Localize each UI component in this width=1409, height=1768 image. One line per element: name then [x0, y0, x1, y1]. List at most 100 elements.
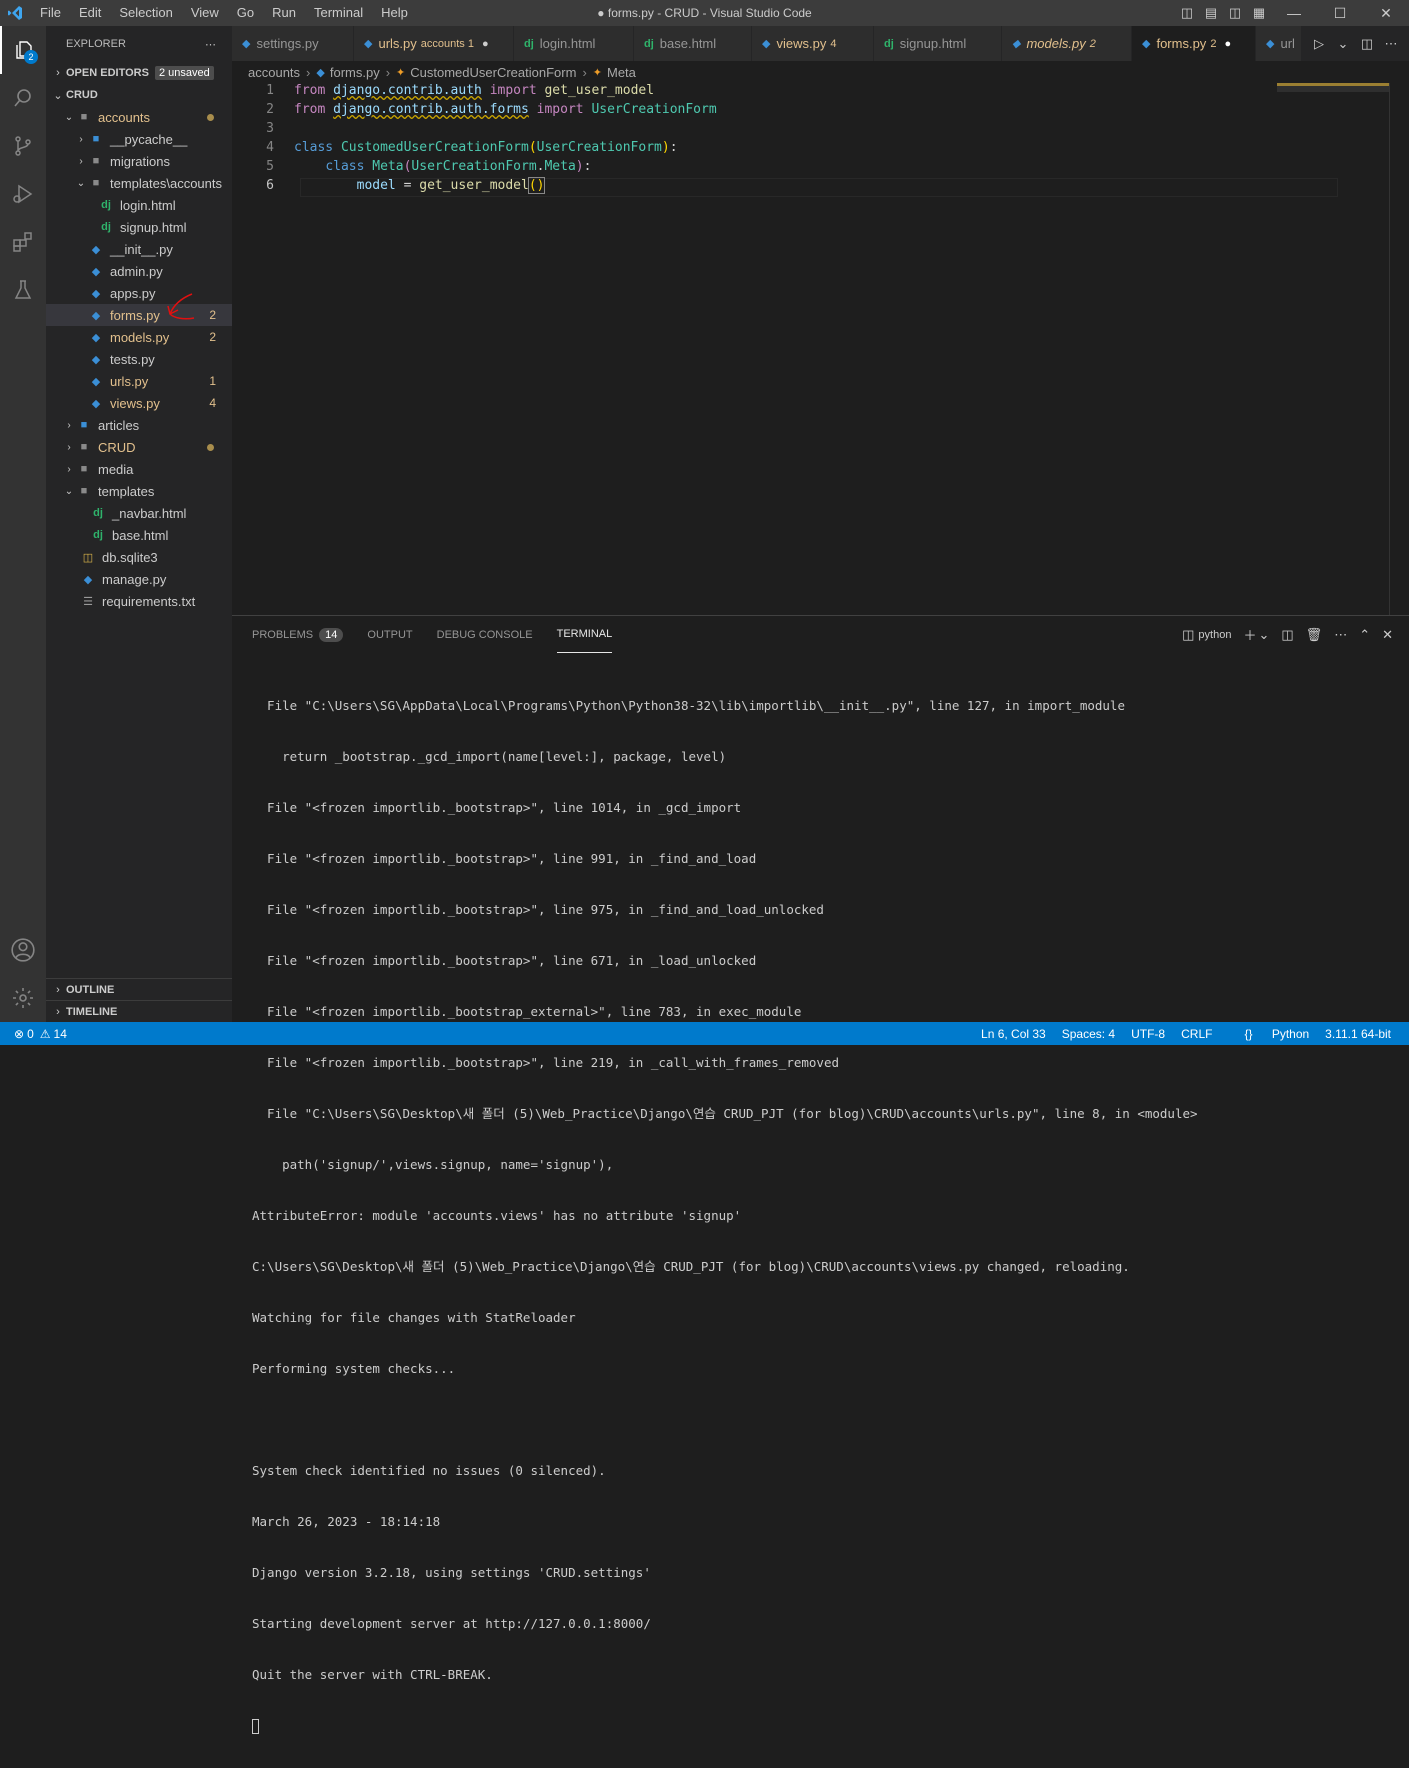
- editor-scrollbar[interactable]: [1389, 83, 1403, 615]
- new-terminal-plus-icon[interactable]: ＋: [1243, 625, 1256, 644]
- tree-folder-media[interactable]: › ■ media: [46, 458, 232, 480]
- tree-folder-migrations[interactable]: › ■ migrations: [46, 150, 232, 172]
- unsaved-dot-icon[interactable]: ●: [482, 38, 489, 50]
- toggle-secondary-sidebar-icon[interactable]: ◫: [1223, 5, 1247, 21]
- tab-login-html[interactable]: dj login.html: [514, 26, 634, 61]
- menu-terminal[interactable]: Terminal: [304, 0, 371, 26]
- tab-output[interactable]: OUTPUT: [367, 616, 412, 653]
- breadcrumb-class[interactable]: CustomedUserCreationForm: [410, 65, 576, 80]
- unsaved-dot-icon[interactable]: ●: [1224, 38, 1231, 50]
- maximize-button[interactable]: ☐: [1317, 5, 1363, 22]
- python-interpreter[interactable]: 3.11.1 64-bit: [1325, 1027, 1391, 1041]
- tab-problems[interactable]: PROBLEMS 14: [252, 616, 344, 653]
- menu-help[interactable]: Help: [371, 0, 416, 26]
- menu-edit[interactable]: Edit: [69, 0, 109, 26]
- menu-file[interactable]: File: [30, 0, 69, 26]
- tree-file-signup-html[interactable]: dj signup.html: [46, 216, 232, 238]
- tree-file-db-sqlite3[interactable]: ◫ db.sqlite3: [46, 546, 232, 568]
- menu-selection[interactable]: Selection: [109, 0, 180, 26]
- problems-status[interactable]: ⊗ 0 ⚠ 14: [0, 1027, 67, 1041]
- split-editor-icon[interactable]: ◫: [1355, 36, 1379, 52]
- chevron-right-icon: ›: [56, 67, 60, 79]
- tree-file-base-html[interactable]: dj base.html: [46, 524, 232, 546]
- menu-view[interactable]: View: [181, 0, 227, 26]
- tab-base-html[interactable]: dj base.html: [634, 26, 752, 61]
- tree-label: migrations: [110, 153, 170, 169]
- explorer-icon[interactable]: 2: [0, 26, 46, 74]
- tab-urls-py[interactable]: ◆ urls.py accounts 1 ●: [354, 26, 514, 61]
- maximize-panel-chevron-up-icon[interactable]: ⌃: [1359, 627, 1370, 643]
- manage-gear-icon[interactable]: [0, 974, 46, 1022]
- terminal-shell-name[interactable]: python: [1198, 629, 1231, 641]
- tree-file-views-py[interactable]: ◆ views.py 4: [46, 392, 232, 414]
- encoding[interactable]: UTF-8: [1131, 1027, 1165, 1041]
- testing-icon[interactable]: [0, 266, 46, 314]
- tab-views-py[interactable]: ◆ views.py 4: [752, 26, 874, 61]
- tree-file-models-py[interactable]: ◆ models.py 2: [46, 326, 232, 348]
- tree-folder-crud[interactable]: › ■ CRUD: [46, 436, 232, 458]
- end-of-line[interactable]: CRLF: [1181, 1027, 1212, 1041]
- workspace-root[interactable]: ⌄ CRUD: [46, 84, 232, 106]
- customize-layout-icon[interactable]: ▦: [1247, 5, 1271, 21]
- tree-folder-templates[interactable]: ⌄ ■ templates: [46, 480, 232, 502]
- run-play-icon[interactable]: ▷: [1307, 36, 1331, 52]
- tab-forms-py[interactable]: ◆ forms.py 2 ●: [1132, 26, 1256, 61]
- tree-file-requirements-txt[interactable]: ☰ requirements.txt: [46, 590, 232, 612]
- accounts-icon[interactable]: [0, 926, 46, 974]
- django-file-icon: dj: [93, 529, 103, 541]
- minimize-button[interactable]: —: [1271, 5, 1317, 21]
- cursor-position[interactable]: Ln 6, Col 33: [981, 1027, 1046, 1041]
- breadcrumb-symbol[interactable]: Meta: [607, 65, 636, 80]
- tab-models-py[interactable]: ◆ models.py 2: [1002, 26, 1132, 61]
- unsaved-badge: 2 unsaved: [154, 66, 214, 80]
- close-panel-icon[interactable]: ✕: [1382, 627, 1393, 643]
- toggle-panel-icon[interactable]: ▤: [1199, 5, 1223, 21]
- tree-file-forms-py[interactable]: ◆ forms.py 2: [46, 293, 232, 326]
- breadcrumb-folder[interactable]: accounts: [248, 65, 300, 80]
- error-icon: ⊗: [14, 1026, 25, 1041]
- language-mode[interactable]: {} Python: [1228, 1027, 1309, 1041]
- keyword: import: [536, 102, 584, 117]
- tree-file-navbar-html[interactable]: dj _navbar.html: [46, 502, 232, 524]
- toggle-sidebar-icon[interactable]: ◫: [1175, 5, 1199, 21]
- chevron-down-icon[interactable]: ⌄: [1331, 36, 1355, 52]
- tree-file-urls-py[interactable]: ◆ urls.py 1: [46, 370, 232, 392]
- code-editor[interactable]: 1 from django.contrib.auth import get_us…: [232, 83, 1409, 615]
- close-button[interactable]: ✕: [1363, 5, 1409, 22]
- tree-file-login-html[interactable]: dj login.html: [46, 194, 232, 216]
- tree-file-apps-py[interactable]: ◆ apps.py: [46, 282, 232, 304]
- tree-file-manage-py[interactable]: ◆ manage.py: [46, 568, 232, 590]
- menu-go[interactable]: Go: [227, 0, 262, 26]
- tab-terminal[interactable]: TERMINAL: [556, 616, 613, 653]
- tab-debug-console[interactable]: DEBUG CONSOLE: [437, 616, 533, 653]
- tree-folder-templates-accounts[interactable]: ⌄ ■ templates\accounts: [46, 172, 232, 194]
- tab-signup-html[interactable]: dj signup.html: [874, 26, 1002, 61]
- chevron-down-icon[interactable]: ⌄: [1258, 627, 1269, 643]
- tab-settings-py[interactable]: ◆ settings.py: [232, 26, 354, 61]
- terminal-line: Quit the server with CTRL-BREAK.: [252, 1667, 493, 1682]
- tree-file-tests-py[interactable]: ◆ tests.py: [46, 348, 232, 370]
- more-actions-icon[interactable]: ⋯: [1379, 36, 1403, 52]
- search-icon[interactable]: [0, 74, 46, 122]
- breadcrumb-file[interactable]: forms.py: [330, 65, 380, 80]
- source-control-icon[interactable]: [0, 122, 46, 170]
- trash-icon[interactable]: 🗑: [1306, 627, 1323, 643]
- minimap[interactable]: [1277, 83, 1389, 92]
- more-actions-icon[interactable]: ⋯: [205, 38, 216, 51]
- terminal-output[interactable]: File "C:\Users\SG\AppData\Local\Programs…: [252, 663, 1392, 1768]
- run-debug-icon[interactable]: [0, 170, 46, 218]
- split-terminal-icon[interactable]: ◫: [1281, 627, 1293, 643]
- menu-run[interactable]: Run: [262, 0, 304, 26]
- tree-folder-pycache[interactable]: › ■ __pycache__: [46, 128, 232, 150]
- more-actions-icon[interactable]: ⋯: [1334, 627, 1347, 643]
- tree-file-admin-py[interactable]: ◆ admin.py: [46, 260, 232, 282]
- tree-file-init-py[interactable]: ◆ __init__.py: [46, 238, 232, 260]
- tab-url-partial[interactable]: ◆ url: [1256, 26, 1306, 61]
- tree-folder-articles[interactable]: › ■ articles: [46, 414, 232, 436]
- indentation[interactable]: Spaces: 4: [1062, 1027, 1115, 1041]
- extensions-icon[interactable]: [0, 218, 46, 266]
- open-editors-section[interactable]: › OPEN EDITORS 2 unsaved: [46, 62, 232, 84]
- tree-folder-accounts[interactable]: ⌄ ■ accounts: [46, 106, 232, 128]
- outline-section[interactable]: › OUTLINE: [46, 978, 232, 1000]
- timeline-section[interactable]: › TIMELINE: [46, 1000, 232, 1022]
